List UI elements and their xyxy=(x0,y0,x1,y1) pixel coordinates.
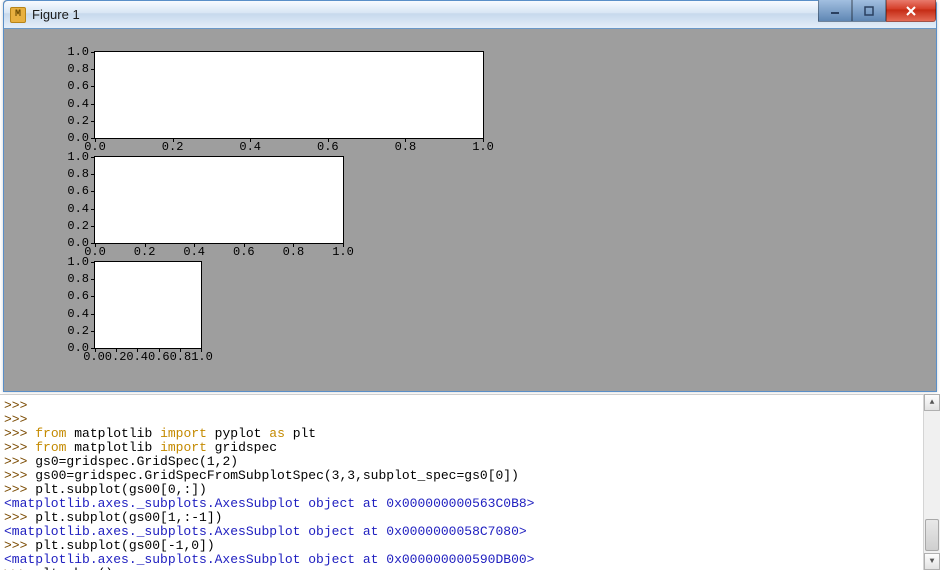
y-tick-label: 0.6 xyxy=(55,79,95,93)
console-line: >>> xyxy=(4,399,936,413)
y-tick-label: 0.8 xyxy=(55,167,95,181)
subplot-3: 0.00.20.40.60.81.00.00.20.40.60.81.0 xyxy=(94,261,202,349)
console-line: >>> gs0=gridspec.GridSpec(1,2) xyxy=(4,455,936,469)
y-tick-label: 0.8 xyxy=(55,62,95,76)
y-tick-label: 1.0 xyxy=(55,255,95,269)
plot-area: 0.00.20.40.60.81.00.00.20.40.60.81.0 0.0… xyxy=(94,51,484,349)
scroll-thumb[interactable] xyxy=(925,519,939,551)
console-line: >>> from matplotlib import gridspec xyxy=(4,441,936,455)
figure-canvas[interactable]: 0.00.20.40.60.81.00.00.20.40.60.81.0 0.0… xyxy=(4,29,936,391)
y-tick-label: 1.0 xyxy=(55,45,95,59)
y-tick-label: 0.4 xyxy=(55,97,95,111)
minimize-button[interactable] xyxy=(818,0,852,22)
subplot-1: 0.00.20.40.60.81.00.00.20.40.60.81.0 xyxy=(94,51,484,139)
console-line: <matplotlib.axes._subplots.AxesSubplot o… xyxy=(4,553,936,567)
y-tick-label: 0.4 xyxy=(55,307,95,321)
console-line: >>> from matplotlib import pyplot as plt xyxy=(4,427,936,441)
y-tick-label: 0.4 xyxy=(55,202,95,216)
window-controls xyxy=(818,0,936,22)
y-tick-label: 0.6 xyxy=(55,184,95,198)
close-button[interactable] xyxy=(886,0,936,22)
console-line: <matplotlib.axes._subplots.AxesSubplot o… xyxy=(4,525,936,539)
console-line: <matplotlib.axes._subplots.AxesSubplot o… xyxy=(4,497,936,511)
subplot-2: 0.00.20.40.60.81.00.00.20.40.60.81.0 xyxy=(94,156,344,244)
console-line: >>> plt.subplot(gs00[0,:]) xyxy=(4,483,936,497)
scroll-down-button[interactable]: ▼ xyxy=(924,553,940,570)
console-line: >>> xyxy=(4,413,936,427)
console-line: >>> plt.subplot(gs00[1,:-1]) xyxy=(4,511,936,525)
figure-window: M Figure 1 0.00.20.40.60.81.00.00.20.40.… xyxy=(3,0,937,392)
y-tick-label: 0.2 xyxy=(55,219,95,233)
app-icon: M xyxy=(10,7,26,23)
y-tick-label: 1.0 xyxy=(55,150,95,164)
y-tick-label: 0.2 xyxy=(55,114,95,128)
titlebar[interactable]: M Figure 1 xyxy=(4,1,936,29)
console-scrollbar[interactable]: ▲ ▼ xyxy=(923,394,940,570)
console-line: >>> plt.subplot(gs00[-1,0]) xyxy=(4,539,936,553)
console-line: >>> gs00=gridspec.GridSpecFromSubplotSpe… xyxy=(4,469,936,483)
scroll-up-button[interactable]: ▲ xyxy=(924,394,940,411)
x-tick-label-compact: 0.00.20.40.60.81.0 xyxy=(83,348,213,364)
y-tick-label: 0.8 xyxy=(55,272,95,286)
maximize-button[interactable] xyxy=(852,0,886,22)
y-tick-label: 0.2 xyxy=(55,324,95,338)
window-title: Figure 1 xyxy=(32,7,80,22)
console[interactable]: >>>>>>>>> from matplotlib import pyplot … xyxy=(0,394,940,570)
y-tick-label: 0.6 xyxy=(55,289,95,303)
